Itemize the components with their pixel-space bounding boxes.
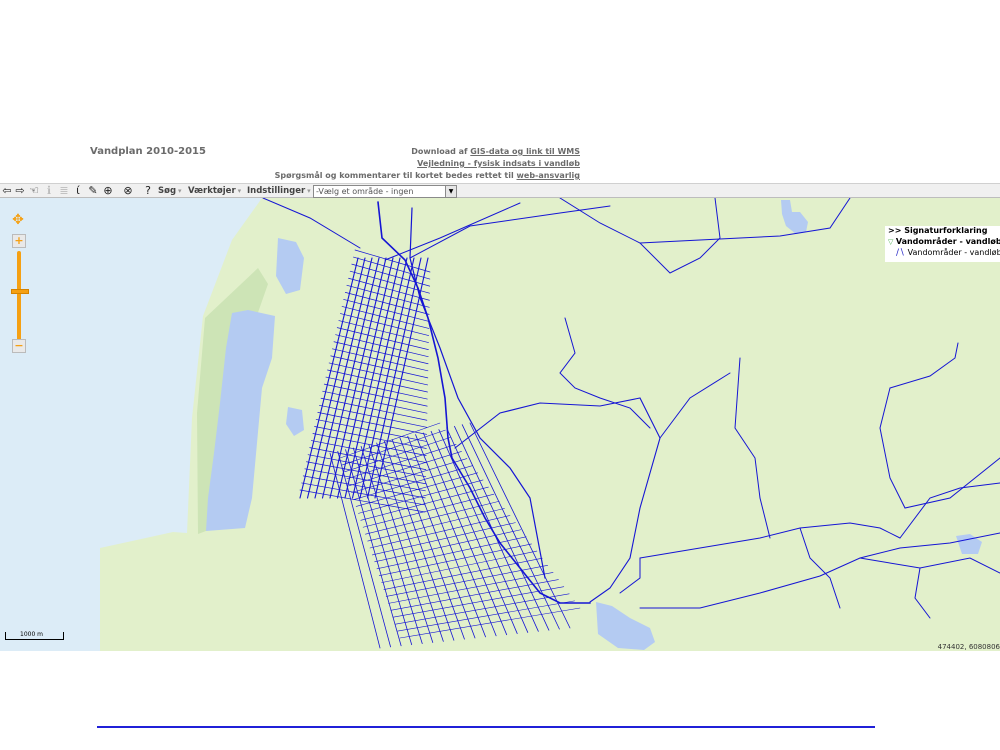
scale-bar: 1000 m: [5, 631, 64, 640]
zoom-out-button[interactable]: −: [12, 339, 26, 353]
area-select-value: -Vælg et område - ingen: [316, 187, 414, 196]
forward-arrow-icon[interactable]: ⇨: [14, 184, 26, 198]
legend-title[interactable]: >> Signaturforklaring: [888, 226, 987, 235]
stream-line-icon: ∕∖: [896, 248, 908, 258]
zoom-all-icon[interactable]: ⊗: [122, 184, 134, 198]
area-select[interactable]: -Vælg et område - ingen ▼: [313, 185, 457, 198]
info-icon[interactable]: ℹ: [43, 184, 55, 198]
legend-group-label: Vandområder - vandløb: [895, 237, 1000, 246]
settings-menu-label: Indstillinger: [247, 186, 306, 196]
site-title: Vandplan 2010-2015: [90, 146, 206, 157]
settings-menu[interactable]: Indstillinger ▾: [247, 185, 311, 198]
download-line: Download af GIS-data og link til WMS: [270, 146, 580, 158]
list-icon[interactable]: ≣: [58, 184, 70, 198]
zoom-in-button[interactable]: +: [12, 234, 26, 248]
back-arrow-icon[interactable]: ⇦: [1, 184, 13, 198]
map-svg[interactable]: [0, 198, 1000, 651]
footer-divider: [97, 726, 875, 728]
map-canvas[interactable]: [0, 198, 1000, 651]
page: Vandplan 2010-2015 Download af GIS-data …: [0, 0, 1000, 750]
gis-data-link[interactable]: GIS-data og link til WMS: [470, 147, 580, 156]
tools-menu[interactable]: Værktøjer ▾: [188, 185, 241, 198]
legend-item-label: Vandområder - vandløb: [907, 248, 1000, 257]
zoom-slider-handle[interactable]: [11, 289, 29, 294]
help-icon[interactable]: ?: [142, 184, 154, 198]
chevron-down-icon: ▾: [178, 187, 182, 195]
zoom-region-icon[interactable]: ⊕: [102, 184, 114, 198]
coordinate-readout: 474402, 6080806: [937, 643, 1000, 651]
header-links: Download af GIS-data og link til WMS Vej…: [270, 146, 580, 182]
tools-menu-label: Værktøjer: [188, 186, 236, 196]
expand-triangle-icon[interactable]: ▽: [888, 238, 896, 246]
guide-link[interactable]: Vejledning - fysisk indsats i vandløb: [417, 159, 580, 168]
scale-label: 1000 m: [20, 631, 44, 638]
dropdown-arrow-icon[interactable]: ▼: [445, 186, 456, 197]
chevron-down-icon: ▾: [307, 187, 311, 195]
search-menu[interactable]: Søg ▾: [158, 185, 182, 198]
legend-panel: >> Signaturforklaring ▽ Vandområder - va…: [885, 226, 1000, 262]
pan-hand-icon[interactable]: ☜: [28, 184, 40, 198]
measure-icon[interactable]: ✎: [87, 184, 99, 198]
web-ansvarlig-link[interactable]: web-ansvarlig: [517, 171, 581, 180]
legend-group[interactable]: ▽ Vandområder - vandløb: [888, 237, 1000, 246]
chevron-down-icon: ▾: [237, 187, 242, 195]
map-toolbar: ⇦ ⇨ ☜ ℹ ≣ ί ✎ ⊕ ⊗ ? Søg ▾ Værktøjer ▾ Inds…: [0, 183, 1000, 198]
pan-control-icon[interactable]: ✥: [9, 211, 27, 229]
legend-item: ∕∖ Vandområder - vandløb: [896, 248, 1000, 258]
guide-line: Vejledning - fysisk indsats i vandløb: [270, 158, 580, 170]
questions-line: Spørgsmål og kommentarer til kortet bede…: [270, 170, 580, 182]
search-menu-label: Søg: [158, 186, 177, 196]
questions-prefix: Spørgsmål og kommentarer til kortet bede…: [274, 171, 517, 180]
zoom-slider-track[interactable]: [17, 251, 21, 341]
download-prefix: Download af: [411, 147, 471, 156]
identify-icon[interactable]: ί: [72, 184, 84, 198]
zoom-control: ✥ + −: [3, 206, 33, 358]
